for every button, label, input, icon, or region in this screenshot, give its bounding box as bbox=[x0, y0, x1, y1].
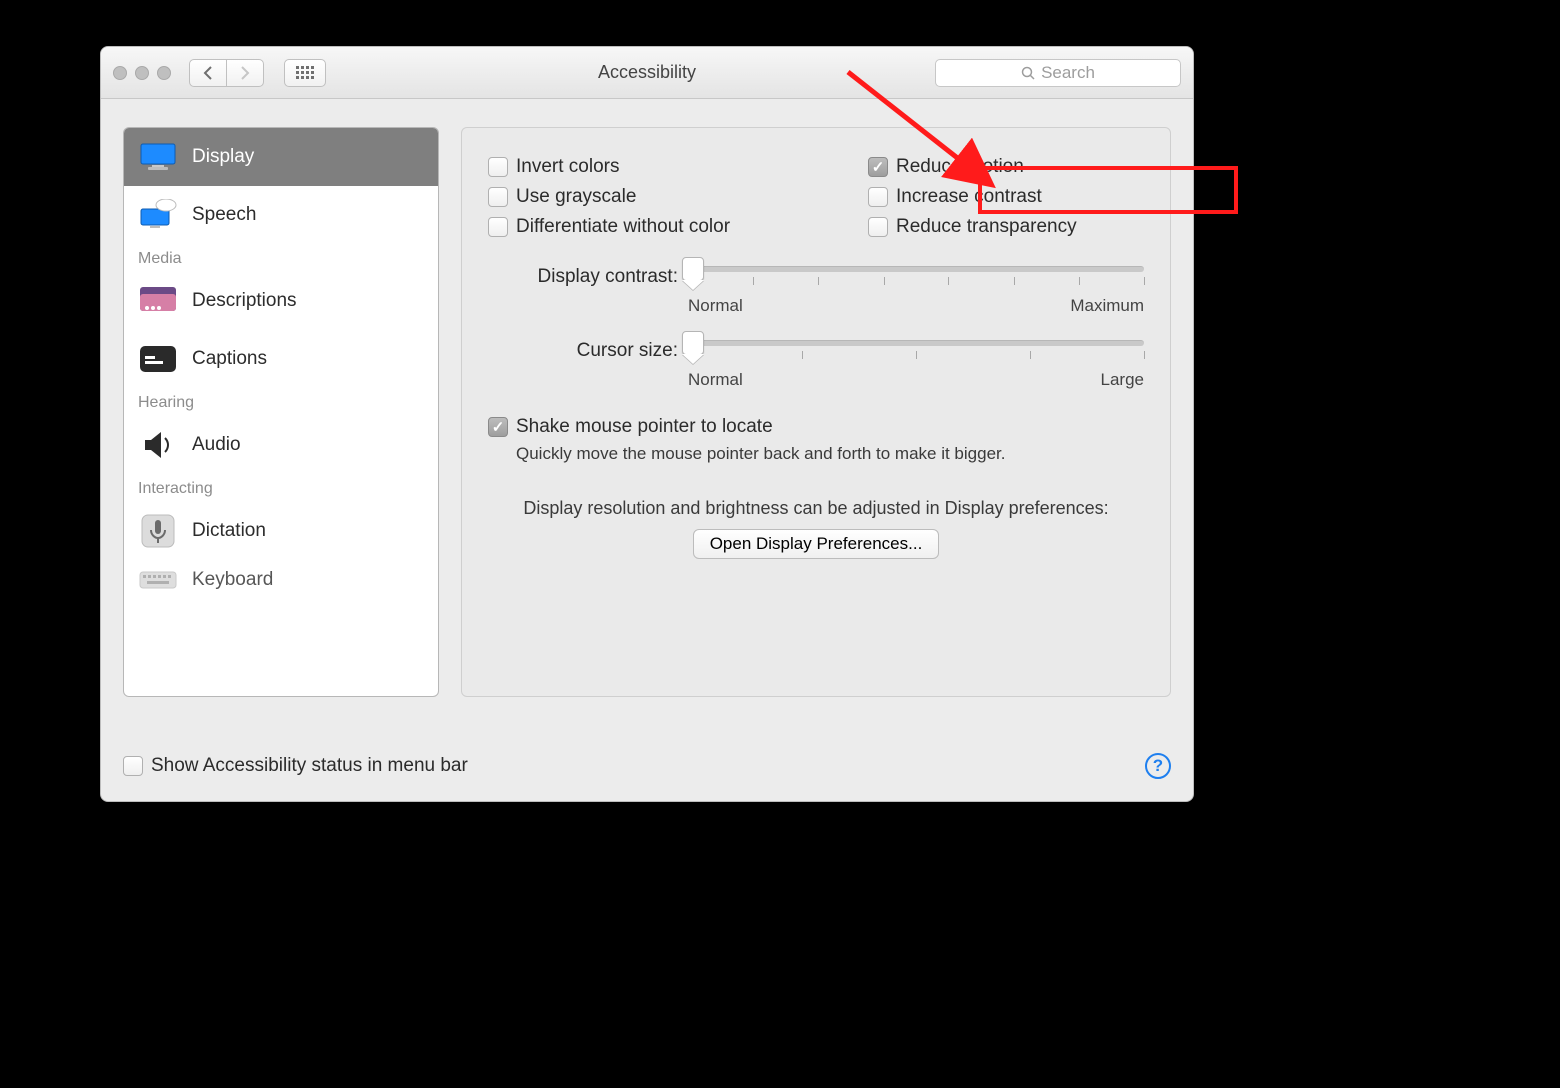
sidebar-item-audio[interactable]: Audio bbox=[124, 416, 438, 474]
descriptions-icon bbox=[138, 286, 178, 316]
search-input[interactable]: Search bbox=[935, 59, 1181, 87]
audio-icon bbox=[138, 430, 178, 460]
slider-thumb[interactable] bbox=[682, 331, 704, 355]
checkbox-icon bbox=[123, 756, 143, 776]
sidebar-section-interacting: Interacting bbox=[124, 474, 438, 502]
display-settings-panel: Invert colors Use grayscale Differentiat… bbox=[461, 127, 1171, 697]
sidebar-item-descriptions[interactable]: Descriptions bbox=[124, 272, 438, 330]
sidebar-item-keyboard[interactable]: Keyboard bbox=[124, 560, 438, 600]
show-all-button[interactable] bbox=[284, 59, 326, 87]
open-display-preferences-button[interactable]: Open Display Preferences... bbox=[693, 529, 940, 559]
reduce-motion-checkbox[interactable]: Reduce motion bbox=[868, 152, 1144, 182]
increase-contrast-checkbox[interactable]: Increase contrast bbox=[868, 182, 1144, 212]
keyboard-icon bbox=[138, 565, 178, 595]
display-preferences-note: Display resolution and brightness can be… bbox=[488, 498, 1144, 519]
slider-label: Cursor size: bbox=[488, 340, 688, 362]
category-sidebar[interactable]: Display Speech Media Descriptions bbox=[123, 127, 439, 697]
sidebar-item-label: Audio bbox=[192, 434, 241, 456]
zoom-window-button[interactable] bbox=[157, 66, 171, 80]
help-icon: ? bbox=[1153, 756, 1163, 776]
checkbox-label: Increase contrast bbox=[896, 186, 1042, 208]
titlebar: Accessibility Search bbox=[101, 47, 1193, 99]
speech-icon bbox=[138, 200, 178, 230]
show-status-menubar-checkbox[interactable]: Show Accessibility status in menu bar bbox=[123, 751, 468, 781]
sidebar-item-label: Dictation bbox=[192, 520, 266, 542]
grid-icon bbox=[296, 66, 314, 80]
checkbox-icon bbox=[488, 217, 508, 237]
footer: Show Accessibility status in menu bar ? bbox=[123, 751, 1171, 781]
dictation-icon bbox=[138, 516, 178, 546]
checkbox-icon bbox=[868, 157, 888, 177]
checkbox-label: Show Accessibility status in menu bar bbox=[151, 755, 468, 777]
sidebar-section-media: Media bbox=[124, 244, 438, 272]
sidebar-item-label: Speech bbox=[192, 204, 256, 226]
minimize-window-button[interactable] bbox=[135, 66, 149, 80]
slider-max-label: Maximum bbox=[1070, 296, 1144, 316]
checkbox-icon bbox=[868, 217, 888, 237]
nav-back-forward bbox=[189, 59, 264, 87]
checkbox-label: Use grayscale bbox=[516, 186, 636, 208]
use-grayscale-checkbox[interactable]: Use grayscale bbox=[488, 182, 868, 212]
display-icon bbox=[138, 142, 178, 172]
display-contrast-slider[interactable]: Normal Maximum bbox=[688, 266, 1144, 316]
display-contrast-row: Display contrast: Normal Maximum bbox=[488, 266, 1144, 316]
slider-max-label: Large bbox=[1101, 370, 1144, 390]
checkbox-label: Differentiate without color bbox=[516, 216, 730, 238]
search-placeholder: Search bbox=[1041, 63, 1095, 83]
invert-colors-checkbox[interactable]: Invert colors bbox=[488, 152, 868, 182]
captions-icon bbox=[138, 344, 178, 374]
window-body: Display Speech Media Descriptions bbox=[101, 99, 1193, 801]
help-button[interactable]: ? bbox=[1145, 753, 1171, 779]
cursor-size-row: Cursor size: Normal Large bbox=[488, 340, 1144, 390]
sidebar-item-label: Captions bbox=[192, 348, 267, 370]
checkbox-label: Reduce transparency bbox=[896, 216, 1077, 238]
reduce-transparency-checkbox[interactable]: Reduce transparency bbox=[868, 212, 1144, 242]
nav-back-button[interactable] bbox=[189, 59, 227, 87]
checkbox-icon bbox=[488, 157, 508, 177]
chevron-right-icon bbox=[240, 66, 250, 80]
nav-forward-button[interactable] bbox=[226, 59, 264, 87]
sidebar-section-hearing: Hearing bbox=[124, 388, 438, 416]
cursor-size-slider[interactable]: Normal Large bbox=[688, 340, 1144, 390]
checkbox-label: Reduce motion bbox=[896, 156, 1024, 178]
chevron-left-icon bbox=[203, 66, 213, 80]
close-window-button[interactable] bbox=[113, 66, 127, 80]
sidebar-item-label: Display bbox=[192, 146, 254, 168]
checkbox-icon bbox=[488, 187, 508, 207]
differentiate-without-color-checkbox[interactable]: Differentiate without color bbox=[488, 212, 868, 242]
sidebar-item-label: Keyboard bbox=[192, 569, 273, 591]
sidebar-item-display[interactable]: Display bbox=[124, 128, 438, 186]
sidebar-item-label: Descriptions bbox=[192, 290, 297, 312]
sidebar-item-speech[interactable]: Speech bbox=[124, 186, 438, 244]
sidebar-item-dictation[interactable]: Dictation bbox=[124, 502, 438, 560]
checkbox-label: Invert colors bbox=[516, 156, 619, 178]
checkbox-icon bbox=[868, 187, 888, 207]
slider-min-label: Normal bbox=[688, 296, 743, 316]
slider-label: Display contrast: bbox=[488, 266, 688, 288]
slider-min-label: Normal bbox=[688, 370, 743, 390]
checkbox-label: Shake mouse pointer to locate bbox=[516, 416, 773, 438]
shake-pointer-checkbox[interactable]: Shake mouse pointer to locate bbox=[488, 412, 1144, 442]
sidebar-item-captions[interactable]: Captions bbox=[124, 330, 438, 388]
checkbox-icon bbox=[488, 417, 508, 437]
search-icon bbox=[1021, 66, 1035, 80]
slider-thumb[interactable] bbox=[682, 257, 704, 281]
preferences-window: Accessibility Search Display Spee bbox=[100, 46, 1194, 802]
window-controls bbox=[113, 66, 171, 80]
shake-pointer-help: Quickly move the mouse pointer back and … bbox=[516, 444, 1144, 464]
